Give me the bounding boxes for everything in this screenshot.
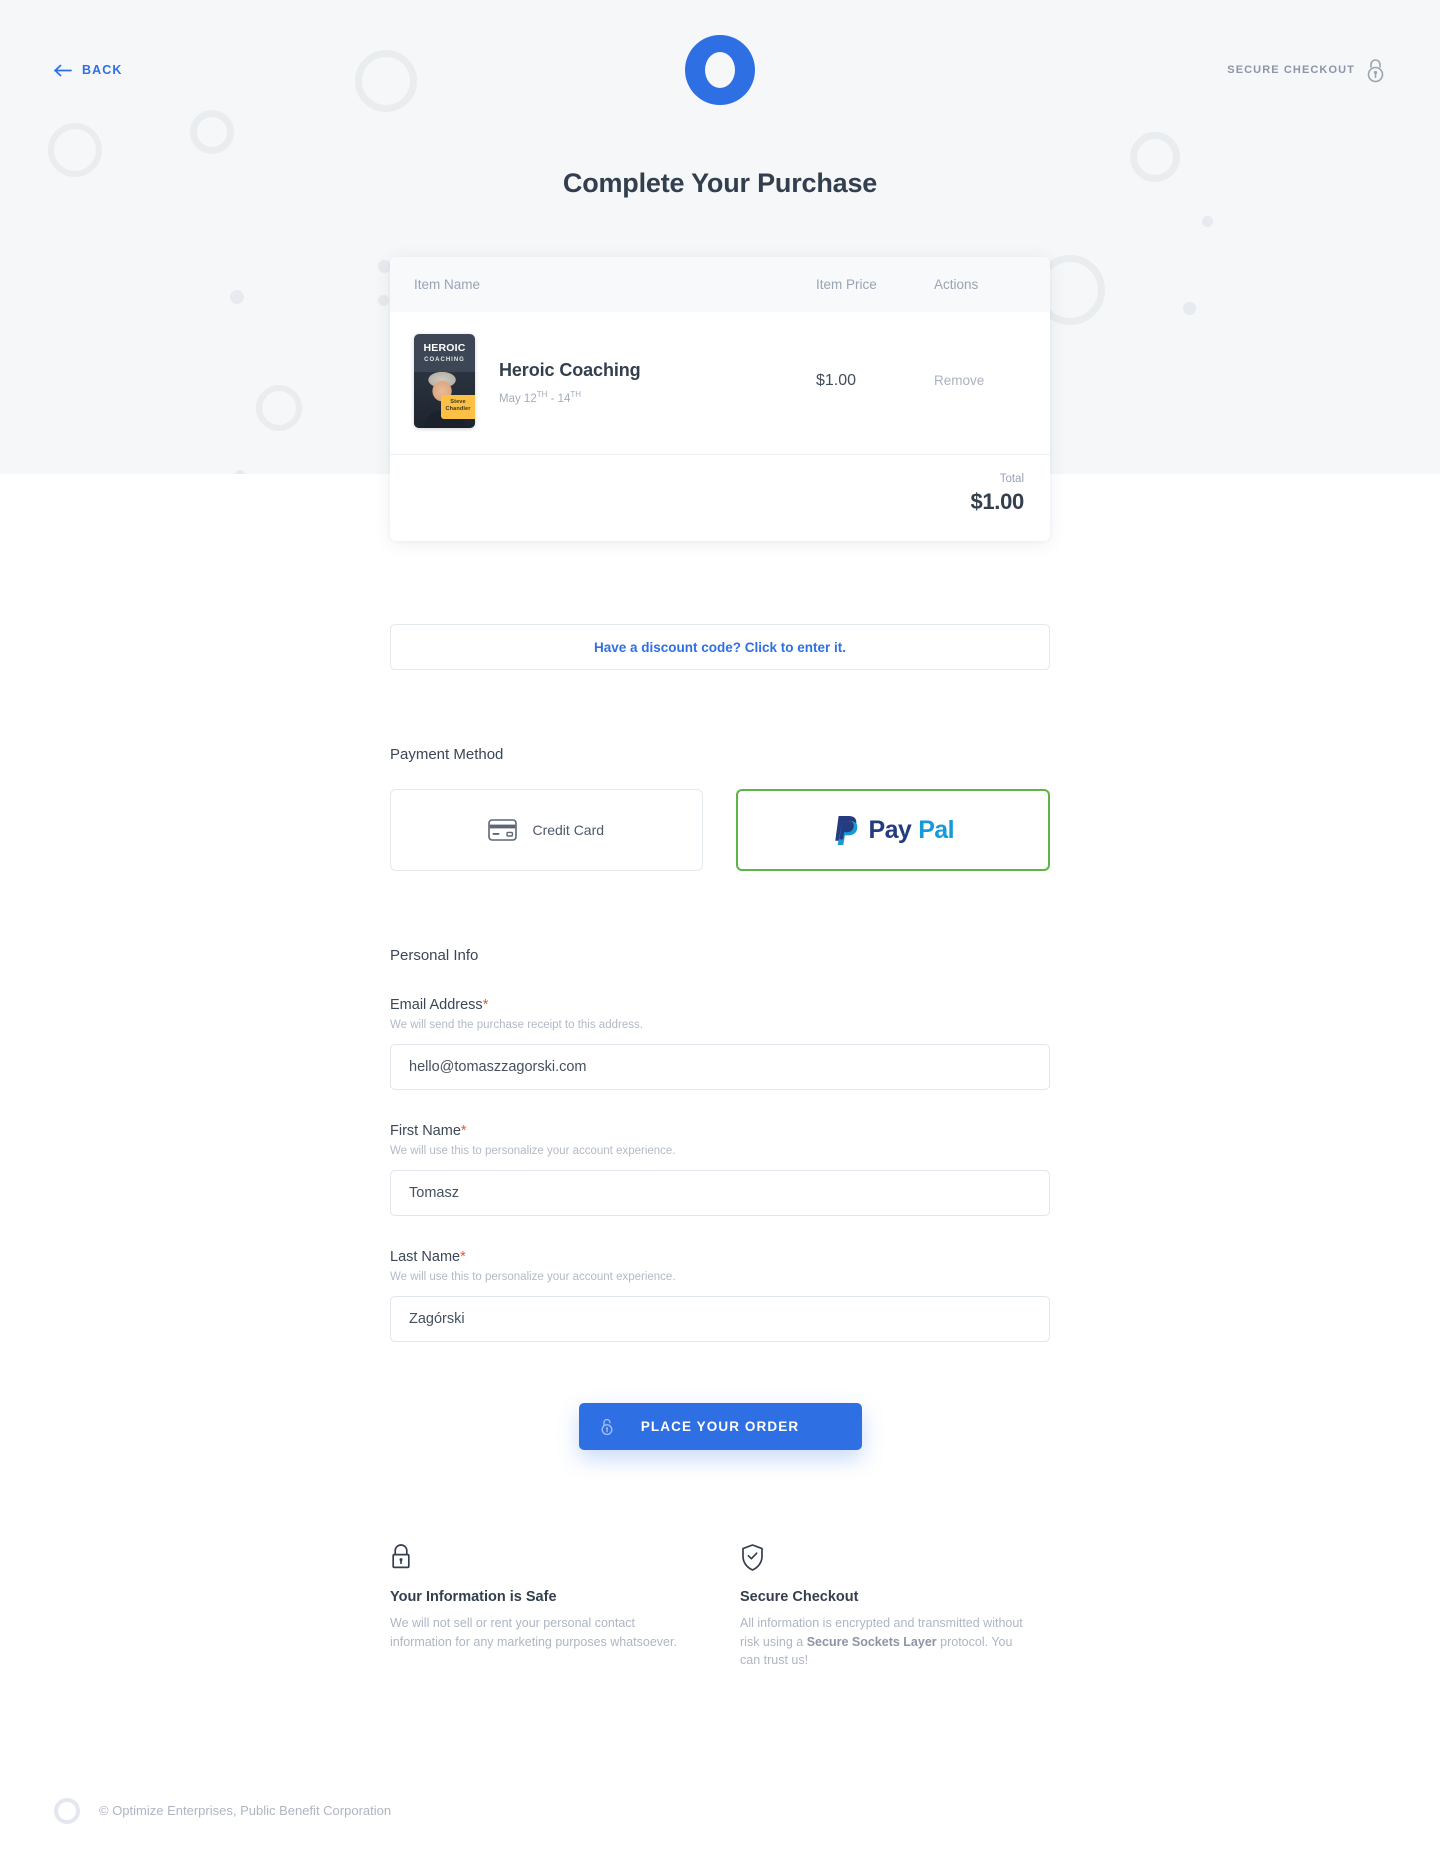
trust-badge-information-safe: Your Information is Safe We will not sel… bbox=[390, 1543, 680, 1670]
paypal-logo-icon: Pay Pal bbox=[832, 814, 955, 847]
product-thumbnail: HEROIC COACHING Steve Chandler bbox=[414, 334, 475, 428]
optimize-ring-logo[interactable] bbox=[685, 35, 755, 105]
last-name-label-text: Last Name bbox=[390, 1249, 461, 1265]
email-address-label: Email Address* bbox=[390, 997, 1050, 1013]
paypal-mark-icon bbox=[834, 815, 857, 845]
email-label-text: Email Address bbox=[390, 997, 483, 1013]
field-email-address: Email Address* We will send the purchase… bbox=[390, 997, 1050, 1090]
trust-badge-secure-checkout: Secure Checkout All information is encry… bbox=[740, 1543, 1030, 1670]
place-order-label: PLACE YOUR ORDER bbox=[640, 1419, 800, 1434]
cart-item-text: Heroic Coaching May 12TH - 14TH bbox=[499, 358, 641, 405]
cart-card: Item Name Item Price Actions HEROIC COAC… bbox=[390, 257, 1050, 541]
back-label: BACK bbox=[82, 63, 123, 77]
remove-item-link[interactable]: Remove bbox=[934, 373, 984, 388]
discount-code-toggle[interactable]: Have a discount code? Click to enter it. bbox=[390, 624, 1050, 670]
discount-code-label: Have a discount code? Click to enter it. bbox=[593, 639, 847, 655]
cart-item-name: Heroic Coaching bbox=[499, 359, 641, 380]
optimize-ring-logo-small bbox=[54, 1797, 80, 1824]
cart-item-price: $1.00 bbox=[816, 372, 857, 389]
trust-badges: Your Information is Safe We will not sel… bbox=[390, 1543, 1050, 1670]
column-header-item-price: Item Price bbox=[816, 277, 877, 292]
last-name-input[interactable] bbox=[390, 1296, 1050, 1342]
cart-total: Total $1.00 bbox=[390, 454, 1050, 541]
required-asterisk: * bbox=[460, 1249, 466, 1265]
checkout-content: Item Name Item Price Actions HEROIC COAC… bbox=[390, 257, 1050, 1670]
decor-ring bbox=[256, 385, 302, 431]
arrow-left-icon bbox=[54, 64, 72, 76]
cart-table-header: Item Name Item Price Actions bbox=[390, 257, 1050, 312]
date-ordinal-1: TH bbox=[536, 389, 548, 399]
cart-item-actions: Remove bbox=[934, 372, 1026, 390]
first-name-label-text: First Name bbox=[390, 1123, 461, 1139]
column-header-actions: Actions bbox=[934, 277, 979, 292]
date-middle: - 14 bbox=[547, 392, 571, 405]
page-header: BACK SECURE CHECKOUT bbox=[0, 0, 1440, 140]
padlock-open-icon bbox=[600, 1418, 613, 1435]
personal-info-heading: Personal Info bbox=[390, 947, 479, 964]
decor-dot bbox=[230, 290, 244, 304]
checkout-page: BACK SECURE CHECKOUT Complete Your Purch… bbox=[0, 0, 1440, 1870]
page-footer: © Optimize Enterprises, Public Benefit C… bbox=[0, 1797, 1440, 1866]
thumbnail-coach-badge: Steve Chandler bbox=[441, 394, 475, 419]
coach-first-name: Steve bbox=[450, 398, 466, 405]
back-link[interactable]: BACK bbox=[54, 63, 274, 77]
thumbnail-title: HEROIC bbox=[423, 342, 466, 354]
required-asterisk: * bbox=[460, 1123, 467, 1139]
trust-text-secure-checkout: All information is encrypted and transmi… bbox=[740, 1614, 1030, 1670]
field-first-name: First Name* We will use this to personal… bbox=[390, 1123, 1050, 1216]
trust-title-information-safe: Your Information is Safe bbox=[390, 1589, 557, 1605]
place-order-button[interactable]: PLACE YOUR ORDER bbox=[578, 1403, 862, 1450]
email-input[interactable] bbox=[390, 1044, 1050, 1090]
payment-option-credit-card[interactable]: Credit Card bbox=[390, 789, 703, 871]
decor-dot bbox=[235, 470, 245, 474]
paypal-label-pal: Pal bbox=[918, 815, 954, 844]
field-last-name: Last Name* We will use this to personali… bbox=[390, 1249, 1050, 1342]
payment-option-paypal[interactable]: Pay Pal bbox=[735, 789, 1050, 871]
shield-check-icon bbox=[742, 1544, 763, 1571]
order-button-row: PLACE YOUR ORDER bbox=[390, 1403, 1050, 1450]
padlock-round-icon bbox=[1367, 58, 1384, 82]
trust-text-information-safe: We will not sell or rent your personal c… bbox=[390, 1616, 677, 1649]
first-name-help: We will use this to personalize your acc… bbox=[390, 1145, 676, 1157]
first-name-input[interactable] bbox=[390, 1170, 1050, 1216]
padlock-icon bbox=[392, 1544, 410, 1569]
thumbnail-subtitle: COACHING bbox=[424, 357, 465, 363]
decor-dot bbox=[1202, 216, 1213, 227]
payment-method-heading: Payment Method bbox=[390, 746, 504, 763]
secure-checkout-badge: SECURE CHECKOUT bbox=[1166, 58, 1386, 83]
payment-options: Credit Card Pay Pal bbox=[390, 789, 1050, 871]
cart-item-info: HEROIC COACHING Steve Chandler Heroic Co… bbox=[414, 334, 816, 428]
first-name-label: First Name* bbox=[390, 1123, 1050, 1139]
cart-total-value: $1.00 bbox=[970, 489, 1024, 514]
last-name-help: We will use this to personalize your acc… bbox=[390, 1271, 676, 1283]
cart-total-label: Total bbox=[999, 473, 1024, 485]
ssl-bold-term: Secure Sockets Layer bbox=[806, 1634, 937, 1649]
trust-title-secure-checkout: Secure Checkout bbox=[740, 1589, 859, 1605]
paypal-label-pay: Pay bbox=[868, 815, 912, 844]
footer-copyright: © Optimize Enterprises, Public Benefit C… bbox=[99, 1803, 392, 1818]
cart-item-row: HEROIC COACHING Steve Chandler Heroic Co… bbox=[390, 312, 1050, 454]
credit-card-icon bbox=[488, 819, 518, 841]
logo-inner-hole bbox=[705, 52, 735, 88]
email-address-help: We will send the purchase receipt to thi… bbox=[390, 1019, 643, 1031]
decor-dot bbox=[1183, 302, 1196, 315]
cart-item-dates: May 12TH - 14TH bbox=[499, 390, 641, 405]
page-title: Complete Your Purchase bbox=[562, 168, 878, 198]
last-name-label: Last Name* bbox=[390, 1249, 1050, 1265]
coach-last-name: Chandler bbox=[445, 406, 471, 413]
date-prefix: May 12 bbox=[499, 392, 537, 405]
secure-checkout-label: SECURE CHECKOUT bbox=[1227, 64, 1355, 76]
date-ordinal-2: TH bbox=[570, 389, 582, 399]
decor-dot bbox=[378, 295, 389, 306]
required-asterisk: * bbox=[482, 997, 489, 1013]
payment-option-credit-card-label: Credit Card bbox=[532, 822, 605, 838]
column-header-item-name: Item Name bbox=[414, 277, 481, 292]
